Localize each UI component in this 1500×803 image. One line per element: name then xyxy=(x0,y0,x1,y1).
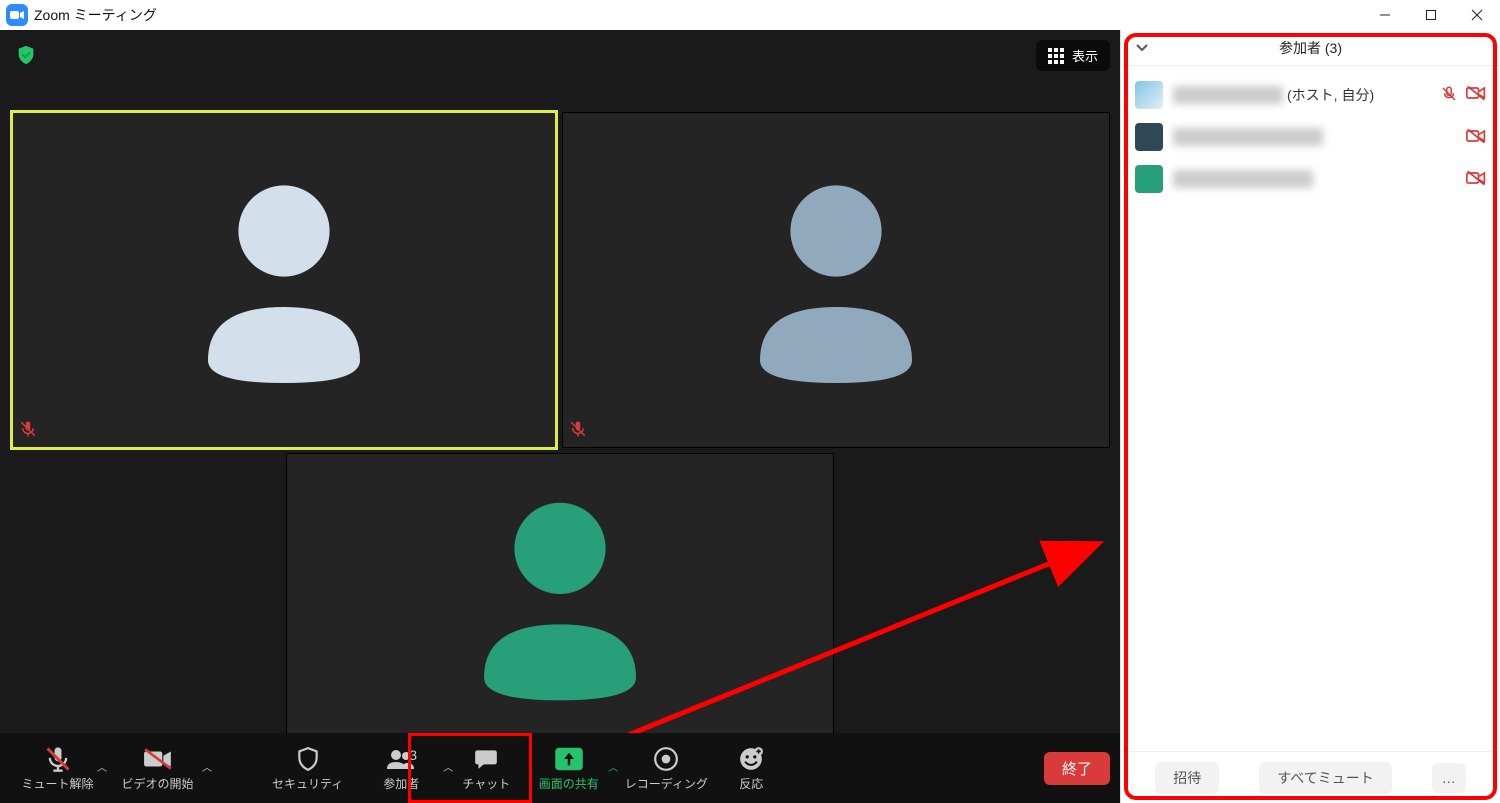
avatar-placeholder-icon xyxy=(189,174,379,387)
app-root: Zoom ミーティング 表示 xyxy=(0,0,1500,803)
view-button[interactable]: 表示 xyxy=(1036,40,1110,71)
security-label: セキュリティ xyxy=(272,775,343,792)
panel-header: 参加者 (3) xyxy=(1121,30,1500,66)
chevron-up-icon[interactable]: ︿ xyxy=(202,759,212,774)
camera-off-icon xyxy=(1466,170,1486,189)
participant-name: ████████ (ホスト, 自分) xyxy=(1173,85,1430,105)
maximize-button[interactable] xyxy=(1408,0,1454,30)
panel-title: 参加者 (3) xyxy=(1279,38,1342,58)
participant-list: ████████ (ホスト, 自分) ██████████████ xyxy=(1121,66,1500,751)
panel-more-button[interactable]: … xyxy=(1432,763,1466,793)
participant-row[interactable]: ████████████ xyxy=(1121,158,1500,200)
gallery-icon xyxy=(1048,48,1064,64)
participant-name: ████████████ xyxy=(1173,170,1456,188)
camera-off-icon xyxy=(1466,128,1486,147)
panel-footer: 招待 すべてミュート … xyxy=(1121,751,1500,803)
video-button[interactable]: ビデオの開始 ︿ xyxy=(105,741,210,796)
participants-panel: 参加者 (3) ████████ (ホスト, 自分) xyxy=(1120,30,1500,803)
video-label: ビデオの開始 xyxy=(121,775,193,792)
invite-button[interactable]: 招待 xyxy=(1155,762,1219,794)
participant-name: ██████████████ xyxy=(1173,128,1456,146)
shield-icon xyxy=(295,745,321,773)
video-tile-3[interactable] xyxy=(286,453,834,763)
window-controls xyxy=(1362,0,1500,30)
share-screen-button[interactable]: 画面の共有 ︿ xyxy=(521,741,616,796)
participant-status-icons xyxy=(1440,85,1486,106)
record-button[interactable]: レコーディング xyxy=(616,741,716,796)
reaction-label: 反応 xyxy=(739,775,763,792)
view-label: 表示 xyxy=(1072,46,1098,65)
avatar xyxy=(1135,81,1163,109)
avatar xyxy=(1135,123,1163,151)
panel-collapse-button[interactable] xyxy=(1135,40,1149,55)
mic-muted-icon xyxy=(19,420,37,441)
avatar-placeholder-icon xyxy=(741,174,931,387)
video-area: 表示 xyxy=(0,30,1120,803)
participants-button[interactable]: 3 参加者 ︿ xyxy=(351,741,451,796)
share-label: 画面の共有 xyxy=(539,775,599,792)
mic-muted-icon xyxy=(569,420,587,441)
window-title: Zoom ミーティング xyxy=(34,5,157,25)
microphone-muted-icon xyxy=(44,745,72,773)
camera-off-icon xyxy=(143,745,173,773)
meeting-toolbar: ミュート解除 ︿ ビデオの開始 ︿ セキュリティ xyxy=(0,733,1120,803)
smiley-icon xyxy=(738,745,764,773)
participant-status-icons xyxy=(1466,128,1486,147)
participant-row[interactable]: ████████ (ホスト, 自分) xyxy=(1121,74,1500,116)
avatar-placeholder-icon xyxy=(465,491,655,704)
participants-count: 3 xyxy=(409,747,417,763)
title-bar: Zoom ミーティング xyxy=(0,0,1500,30)
chat-icon xyxy=(472,745,500,773)
mic-muted-icon xyxy=(1440,85,1458,106)
encryption-shield-icon[interactable] xyxy=(15,44,37,69)
chat-label: チャット xyxy=(462,775,510,792)
participant-row[interactable]: ██████████████ xyxy=(1121,116,1500,158)
security-button[interactable]: セキュリティ xyxy=(264,741,351,796)
chat-button[interactable]: チャット xyxy=(451,741,521,796)
mute-button[interactable]: ミュート解除 ︿ xyxy=(10,741,105,796)
share-screen-icon xyxy=(554,745,584,773)
body: 表示 xyxy=(0,30,1500,803)
avatar xyxy=(1135,165,1163,193)
participant-suffix: (ホスト, 自分) xyxy=(1287,85,1374,105)
close-button[interactable] xyxy=(1454,0,1500,30)
minimize-button[interactable] xyxy=(1362,0,1408,30)
mute-all-button[interactable]: すべてミュート xyxy=(1259,762,1391,794)
record-icon xyxy=(653,745,679,773)
participants-label: 参加者 xyxy=(383,775,419,792)
reactions-button[interactable]: 反応 xyxy=(716,741,786,796)
end-meeting-button[interactable]: 終了 xyxy=(1044,752,1110,785)
video-tile-1[interactable] xyxy=(10,110,558,450)
video-tile-2[interactable] xyxy=(562,112,1110,448)
camera-off-icon xyxy=(1466,85,1486,106)
participant-status-icons xyxy=(1466,170,1486,189)
zoom-logo-icon xyxy=(6,4,28,26)
end-label: 終了 xyxy=(1062,761,1092,778)
mute-label: ミュート解除 xyxy=(21,775,93,792)
record-label: レコーディング xyxy=(625,775,708,792)
